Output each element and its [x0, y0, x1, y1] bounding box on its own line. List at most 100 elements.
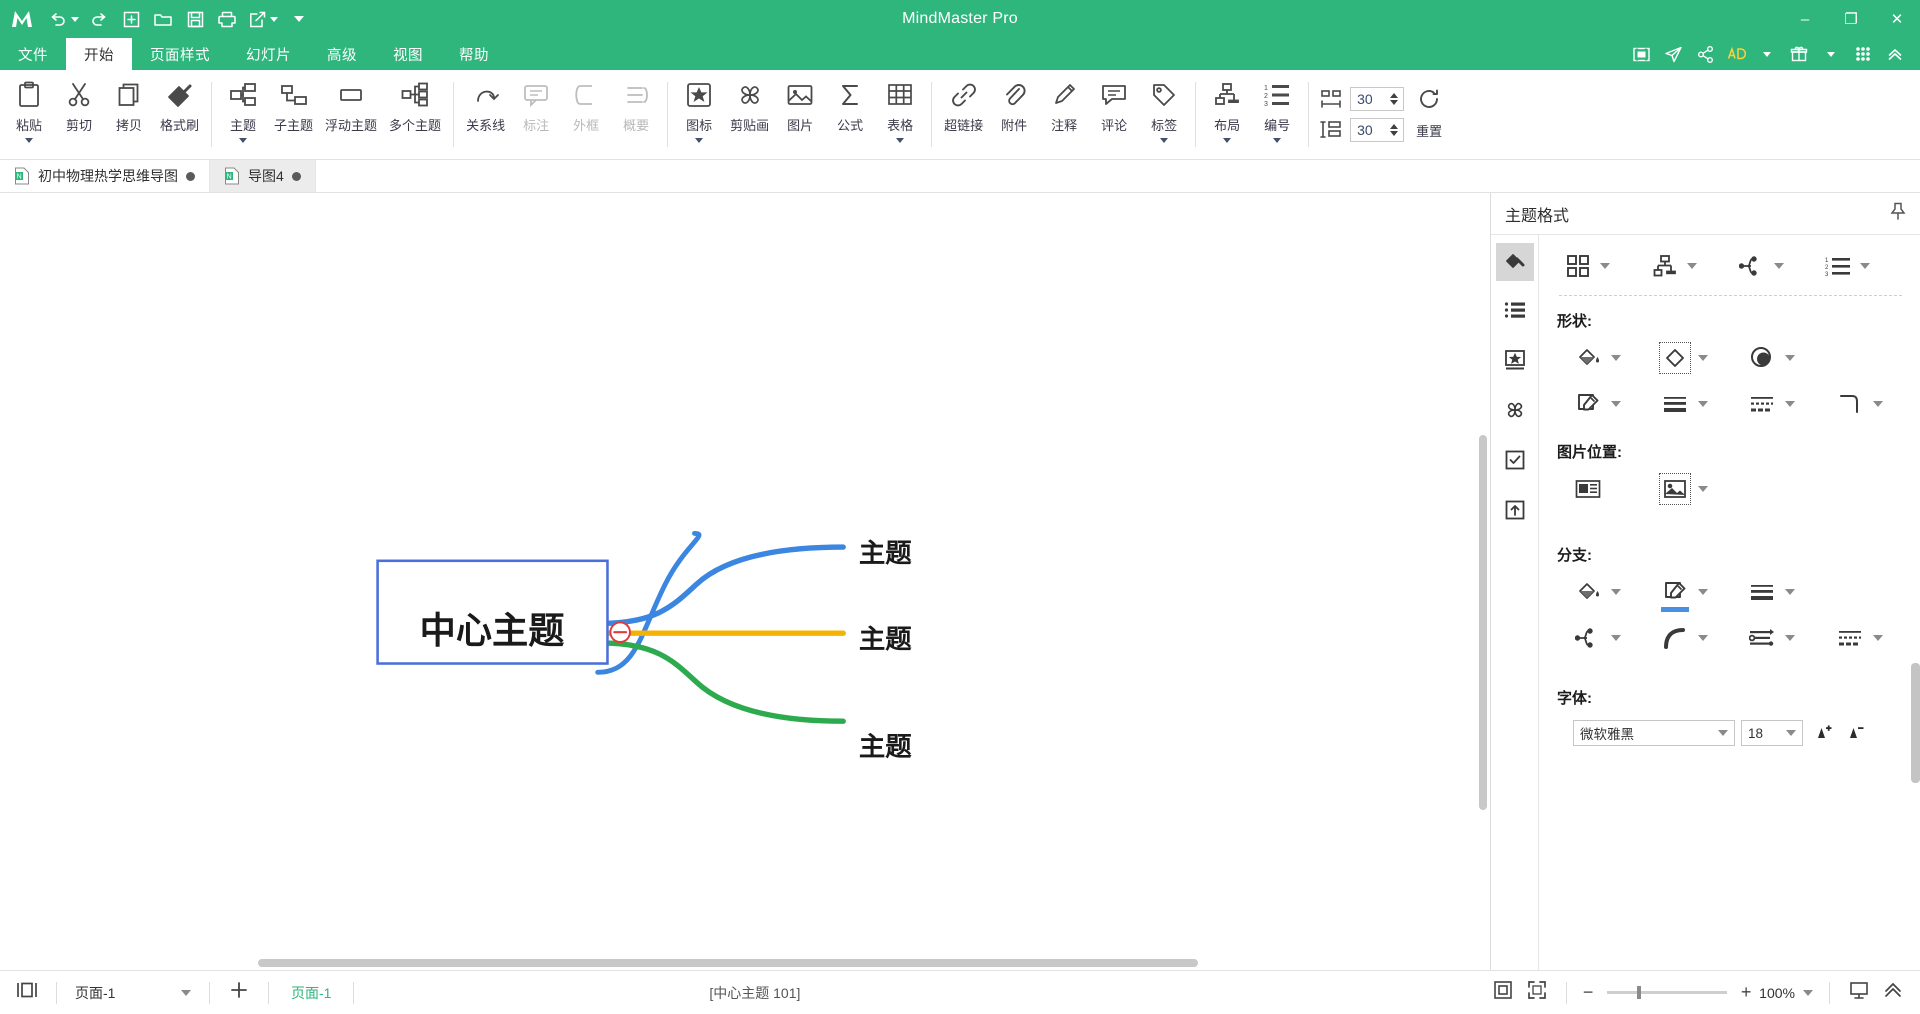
- document-modified-dot[interactable]: [291, 171, 301, 181]
- ribbon-copy-button[interactable]: 拷贝: [104, 70, 154, 159]
- branch-shape-button[interactable]: [1737, 251, 1818, 281]
- chevron-down-icon[interactable]: [1773, 263, 1784, 269]
- rail-clipart-button[interactable]: [1496, 393, 1534, 431]
- grid-apps-icon[interactable]: [1848, 38, 1878, 70]
- ribbon-layout-button[interactable]: 布局: [1202, 70, 1252, 159]
- numbering-panel-button[interactable]: 123: [1823, 251, 1904, 281]
- ribbon-subtopic-button[interactable]: 子主题: [268, 70, 319, 159]
- branch-fill-color-button[interactable]: [1557, 577, 1644, 607]
- ad-caret-icon[interactable]: [1752, 38, 1782, 70]
- ribbon-format-painter-button[interactable]: 格式刷: [154, 70, 205, 159]
- zoom-slider[interactable]: [1607, 986, 1728, 999]
- ribbon-relationship-button[interactable]: 关系线: [460, 70, 511, 159]
- stepper-down-icon[interactable]: [1389, 100, 1398, 105]
- ribbon-cut-button[interactable]: 剪切: [54, 70, 104, 159]
- chevron-down-icon[interactable]: [1786, 730, 1796, 736]
- chevron-down-icon[interactable]: [1686, 263, 1697, 269]
- save-button[interactable]: [180, 5, 210, 33]
- paste-caret-icon[interactable]: [25, 138, 33, 143]
- page-view-button[interactable]: [10, 978, 44, 1008]
- undo-button[interactable]: [44, 5, 82, 33]
- chevron-down-icon[interactable]: [1611, 635, 1621, 641]
- fill-color-button[interactable]: [1557, 343, 1644, 373]
- zoom-caret-button[interactable]: [1799, 978, 1817, 1008]
- quick-access-more-button[interactable]: [284, 5, 314, 33]
- branch-dash-button[interactable]: [1817, 623, 1904, 653]
- new-file-button[interactable]: [116, 5, 146, 33]
- mindmap-canvas-area[interactable]: 中心主题 主题 主题 主题: [0, 193, 1490, 970]
- vertical-spacing-steppers[interactable]: [1387, 124, 1403, 136]
- ribbon-formula-button[interactable]: 公式: [825, 70, 875, 159]
- chevron-down-icon[interactable]: [1873, 635, 1884, 641]
- ribbon-multi-topic-button[interactable]: 多个主题: [383, 70, 447, 159]
- ribbon-topic-button[interactable]: 主题: [218, 70, 268, 159]
- chevron-down-icon[interactable]: [1611, 589, 1621, 595]
- rail-export-button[interactable]: [1496, 493, 1534, 531]
- scrollbar-thumb[interactable]: [1911, 663, 1920, 783]
- maximize-button[interactable]: ❐: [1828, 0, 1874, 38]
- ribbon-icon-button[interactable]: 图标: [674, 70, 724, 159]
- ad-badge[interactable]: [1722, 45, 1750, 63]
- mindmap-canvas[interactable]: 中心主题 主题 主题 主题: [0, 193, 1476, 956]
- gift-caret-icon[interactable]: [1816, 38, 1846, 70]
- ribbon-table-button[interactable]: 表格: [875, 70, 925, 159]
- increase-font-button[interactable]: [1809, 720, 1835, 746]
- chevron-down-icon[interactable]: [181, 989, 191, 996]
- ribbon-tag-button[interactable]: 标签: [1139, 70, 1189, 159]
- font-family-select[interactable]: 微软雅黑: [1573, 720, 1735, 746]
- line-weight-button[interactable]: [1644, 389, 1731, 419]
- chevron-down-icon[interactable]: [1784, 635, 1795, 641]
- ribbon-picture-button[interactable]: 图片: [775, 70, 825, 159]
- gift-icon[interactable]: [1784, 38, 1814, 70]
- rail-outline-button[interactable]: [1496, 293, 1534, 331]
- chevron-down-icon[interactable]: [1860, 263, 1871, 269]
- undo-caret-icon[interactable]: [70, 16, 79, 22]
- export-caret-icon[interactable]: [270, 16, 278, 22]
- ribbon-callout-button[interactable]: 标注: [511, 70, 561, 159]
- current-page-label[interactable]: 页面-1: [281, 983, 341, 1003]
- image-position-picker-button[interactable]: [1644, 473, 1731, 505]
- canvas-horizontal-scrollbar[interactable]: [0, 958, 1476, 968]
- presentation-icon[interactable]: [1626, 38, 1656, 70]
- chevron-down-icon[interactable]: [1784, 355, 1795, 361]
- shape-style-button[interactable]: [1644, 342, 1731, 374]
- canvas-vertical-scrollbar[interactable]: [1478, 195, 1488, 954]
- scrollbar-thumb[interactable]: [258, 959, 1198, 967]
- ribbon-paste-button[interactable]: 粘贴: [4, 70, 54, 159]
- numbering-caret-icon[interactable]: [1273, 138, 1282, 143]
- reset-label[interactable]: 重置: [1411, 121, 1447, 140]
- horizontal-spacing-steppers[interactable]: [1387, 93, 1403, 105]
- minimize-button[interactable]: –: [1782, 0, 1828, 38]
- chevron-down-icon[interactable]: [1600, 263, 1610, 269]
- chevron-down-icon[interactable]: [1611, 401, 1621, 407]
- menu-item-advanced[interactable]: 高级: [309, 38, 375, 70]
- menu-item-page-style[interactable]: 页面样式: [132, 38, 228, 70]
- menu-item-help[interactable]: 帮助: [441, 38, 507, 70]
- branch-curve-button[interactable]: [1644, 623, 1731, 653]
- rail-icon-library-button[interactable]: [1496, 343, 1534, 381]
- add-page-button[interactable]: [222, 978, 256, 1008]
- ribbon-numbering-button[interactable]: 123 编号: [1252, 70, 1302, 159]
- scrollbar-thumb[interactable]: [1479, 435, 1487, 810]
- expand-button[interactable]: [1876, 978, 1910, 1008]
- line-dash-button[interactable]: [1731, 389, 1818, 419]
- tag-caret-icon[interactable]: [1160, 138, 1169, 143]
- share-node-icon[interactable]: [1690, 38, 1720, 70]
- zoom-out-button[interactable]: −: [1579, 982, 1597, 1003]
- vertical-spacing-input[interactable]: 30: [1350, 118, 1405, 142]
- horizontal-spacing-input[interactable]: 30: [1350, 87, 1405, 111]
- chevron-down-icon[interactable]: [1784, 401, 1795, 407]
- collapse-ribbon-icon[interactable]: [1880, 38, 1910, 70]
- ribbon-attachment-button[interactable]: 附件: [989, 70, 1039, 159]
- ribbon-comment-button[interactable]: 评论: [1089, 70, 1139, 159]
- ribbon-floating-topic-button[interactable]: 浮动主题: [319, 70, 383, 159]
- branch-arrow-button[interactable]: [1731, 623, 1818, 653]
- redo-button[interactable]: [84, 5, 114, 33]
- ribbon-summary-button[interactable]: 概要: [611, 70, 661, 159]
- image-position-left-button[interactable]: [1557, 474, 1644, 504]
- zoom-level-value[interactable]: 100%: [1759, 985, 1795, 1001]
- fullscreen-button[interactable]: [1520, 978, 1554, 1008]
- present-button[interactable]: [1842, 978, 1876, 1008]
- corner-radius-button[interactable]: [1817, 389, 1904, 419]
- share-send-icon[interactable]: [1658, 38, 1688, 70]
